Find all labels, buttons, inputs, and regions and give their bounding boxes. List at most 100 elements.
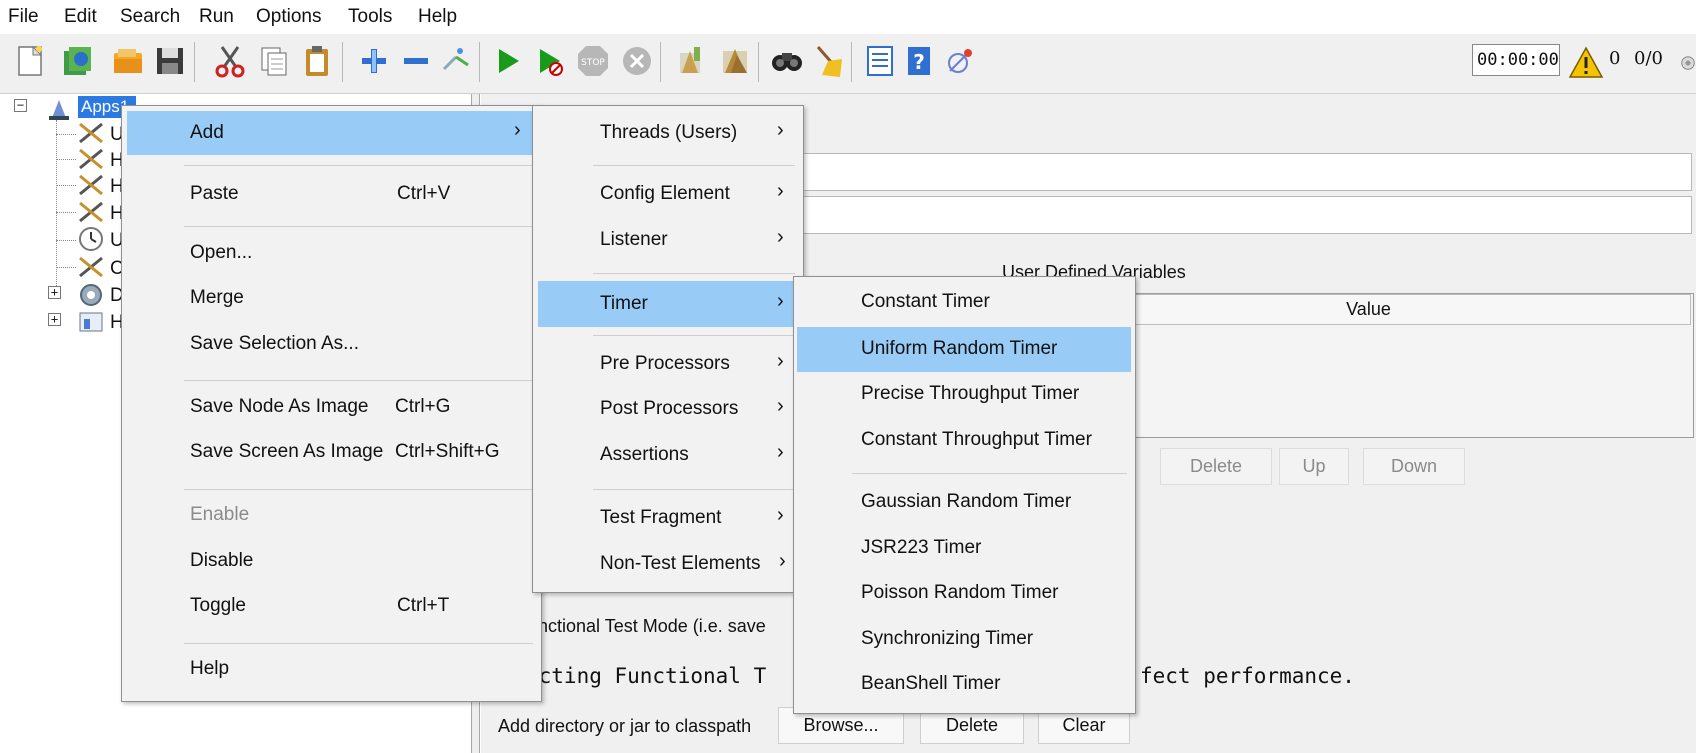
menu-item-non-test-elements[interactable]: Non-Test Elements ›: [533, 542, 803, 586]
collapse-root-toggle[interactable]: −: [14, 99, 27, 112]
menu-item-timer[interactable]: Timer ›: [538, 281, 798, 327]
shutdown-icon: [617, 41, 657, 81]
functional-test-mode-label[interactable]: unctional Test Mode (i.e. save: [528, 616, 766, 637]
clear-all-icon[interactable]: [715, 41, 755, 81]
menu-item-test-fragment[interactable]: Test Fragment ›: [533, 496, 803, 540]
help-icon[interactable]: ?: [900, 41, 940, 81]
chevron-right-icon: ›: [777, 290, 784, 312]
svg-text:STOP: STOP: [581, 58, 605, 68]
search-icon[interactable]: [767, 41, 807, 81]
menu-help[interactable]: Help: [418, 6, 457, 28]
paste-icon[interactable]: [297, 41, 337, 81]
menu-item-listener[interactable]: Listener ›: [533, 218, 803, 262]
active-threads: 0/0: [1634, 48, 1663, 69]
timer-submenu: Constant Timer Uniform Random Timer Prec…: [793, 276, 1136, 714]
remote-icon[interactable]: [940, 41, 980, 81]
menu-item-paste[interactable]: Paste Ctrl+V: [122, 172, 541, 216]
menu-item-merge[interactable]: Merge: [122, 276, 541, 320]
start-icon[interactable]: [487, 41, 527, 81]
menu-item-save-node-image[interactable]: Save Node As Image Ctrl+G: [122, 385, 541, 429]
menu-item-assertions[interactable]: Assertions ›: [533, 433, 803, 477]
toolbar-separator: [479, 42, 480, 82]
toolbar: STOP ? 00:00:00 0 0/0: [0, 34, 1696, 94]
value-column-header[interactable]: Value: [1046, 294, 1691, 325]
warning-icon[interactable]: [1566, 43, 1606, 83]
classpath-label: Add directory or jar to classpath: [498, 716, 752, 736]
up-button[interactable]: Up: [1279, 448, 1349, 485]
toolbar-separator: [194, 42, 195, 82]
menu-item-precise-throughput-timer[interactable]: Precise Throughput Timer: [794, 372, 1135, 416]
expand-all-icon[interactable]: [354, 41, 394, 81]
add-submenu: Threads (Users) › Config Element › Liste…: [532, 105, 804, 593]
comments-field[interactable]: [790, 196, 1692, 234]
status-indicator-icon: [1670, 43, 1696, 83]
toolbar-separator: [758, 42, 759, 82]
menu-item-synchronizing-timer[interactable]: Synchronizing Timer: [794, 617, 1135, 661]
delete-variable-button[interactable]: Delete: [1160, 448, 1272, 485]
menu-item-poisson-random-timer[interactable]: Poisson Random Timer: [794, 571, 1135, 615]
chevron-right-icon: ›: [777, 395, 784, 417]
chevron-right-icon: ›: [514, 119, 521, 141]
menu-item-beanshell-timer[interactable]: BeanShell Timer: [794, 662, 1135, 706]
expand-node-toggle[interactable]: +: [48, 313, 61, 326]
menu-item-constant-timer[interactable]: Constant Timer: [794, 280, 1135, 324]
menu-options[interactable]: Options: [256, 6, 321, 28]
timer-icon: [74, 226, 108, 252]
chevron-right-icon: ›: [779, 550, 786, 572]
menu-item-config-element[interactable]: Config Element ›: [533, 172, 803, 216]
open-icon[interactable]: [108, 41, 148, 81]
chevron-right-icon: ›: [777, 504, 784, 526]
svg-text:?: ?: [913, 50, 925, 74]
menu-separator: [184, 226, 533, 227]
chevron-right-icon: ›: [777, 226, 784, 248]
menu-item-enable: Enable: [190, 504, 250, 525]
cut-icon[interactable]: [210, 41, 250, 81]
menu-item-help[interactable]: Help: [122, 647, 541, 691]
menu-item-pre-processors[interactable]: Pre Processors ›: [533, 342, 803, 386]
menu-item-gaussian-random-timer[interactable]: Gaussian Random Timer: [794, 480, 1135, 524]
new-icon[interactable]: [10, 41, 50, 81]
menu-separator: [593, 273, 795, 274]
tree-connector: [56, 185, 76, 186]
menu-search[interactable]: Search: [120, 6, 180, 28]
menu-item-open[interactable]: Open...: [122, 231, 541, 275]
save-icon[interactable]: [150, 41, 190, 81]
toggle-icon[interactable]: [436, 41, 476, 81]
menu-separator: [184, 165, 533, 166]
menu-item-constant-throughput-timer[interactable]: Constant Throughput Timer: [794, 418, 1135, 462]
menu-separator: [593, 489, 795, 490]
test-plan-icon: [42, 96, 76, 122]
templates-icon[interactable]: [57, 41, 97, 81]
menu-item-threads[interactable]: Threads (Users) ›: [533, 111, 803, 155]
chevron-right-icon: ›: [777, 180, 784, 202]
menu-item-save-selection[interactable]: Save Selection As...: [122, 322, 541, 366]
function-helper-icon[interactable]: [860, 41, 900, 81]
menu-item-uniform-random-timer[interactable]: Uniform Random Timer: [797, 327, 1131, 372]
thread-group-icon: [74, 309, 108, 335]
menu-item-toggle[interactable]: Toggle Ctrl+T: [122, 584, 541, 628]
menu-item-save-screen-image[interactable]: Save Screen As Image Ctrl+Shift+G: [122, 430, 541, 474]
elapsed-time-display: 00:00:00: [1472, 44, 1560, 76]
menu-bar: File Edit Search Run Options Tools Help: [0, 0, 1696, 34]
menu-item-add[interactable]: Add ›: [127, 111, 536, 155]
down-button[interactable]: Down: [1363, 448, 1465, 485]
clear-icon[interactable]: [670, 41, 710, 81]
reset-search-icon[interactable]: [810, 41, 850, 81]
menu-file[interactable]: File: [8, 6, 39, 28]
name-field[interactable]: [790, 153, 1692, 191]
tree-connector: [56, 159, 76, 160]
menu-item-jsr223-timer[interactable]: JSR223 Timer: [794, 526, 1135, 570]
menu-tools[interactable]: Tools: [348, 6, 392, 28]
menu-edit[interactable]: Edit: [64, 6, 97, 28]
menu-item-disable[interactable]: Disable: [122, 539, 541, 583]
start-no-timers-icon[interactable]: [530, 41, 570, 81]
expand-node-toggle[interactable]: +: [48, 286, 61, 299]
tree-connector: [56, 267, 76, 268]
copy-icon[interactable]: [254, 41, 294, 81]
menu-item-post-processors[interactable]: Post Processors ›: [533, 387, 803, 431]
menu-run[interactable]: Run: [199, 6, 234, 28]
config-element-icon: [74, 199, 108, 225]
collapse-all-icon[interactable]: [396, 41, 436, 81]
menu-separator: [184, 643, 533, 644]
functional-mode-warning: ecting Functional T: [526, 664, 767, 688]
